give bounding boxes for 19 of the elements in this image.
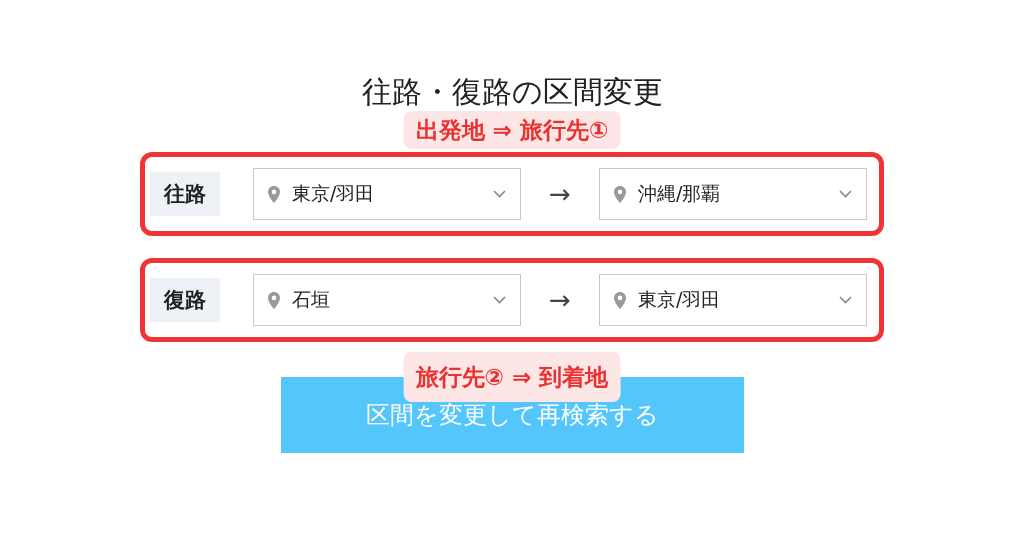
location-pin-icon	[268, 185, 280, 203]
arrow: →	[548, 285, 572, 315]
location-dropdown[interactable]: 東京/羽田	[599, 274, 867, 326]
route-label: 往路	[150, 172, 220, 216]
location-dropdown[interactable]: 沖縄/那覇	[599, 168, 867, 220]
chevron-down-icon	[493, 190, 506, 198]
location-pin-icon	[614, 185, 626, 203]
annotation-tooltip: 旅行先② ⇒ 到着地	[403, 352, 621, 402]
location-pin-icon	[268, 291, 280, 309]
chevron-down-icon	[839, 296, 852, 304]
location-dropdown[interactable]: 石垣	[253, 274, 521, 326]
section-title: 往路・復路の区間変更	[361, 73, 663, 111]
location-pin-icon	[614, 291, 626, 309]
annotation-tooltip: 出発地 ⇒ 旅行先①	[403, 111, 621, 149]
arrow: →	[548, 179, 572, 209]
location-dropdown[interactable]: 東京/羽田	[253, 168, 521, 220]
route-label: 復路	[150, 278, 220, 322]
chevron-down-icon	[839, 190, 852, 198]
chevron-down-icon	[493, 296, 506, 304]
